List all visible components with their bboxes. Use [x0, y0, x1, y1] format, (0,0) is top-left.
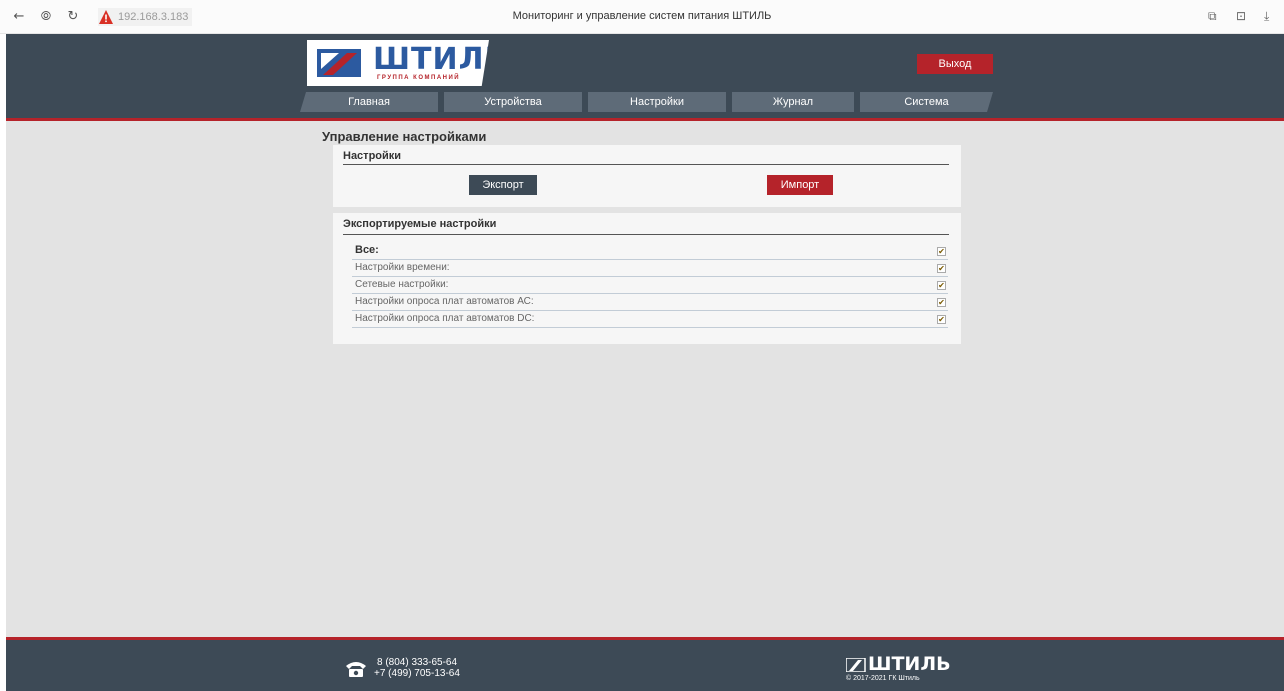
footer-logo-mark-icon — [846, 658, 866, 672]
menu-item-system[interactable]: Система — [860, 92, 993, 112]
option-label: Настройки опроса плат автоматов DC: — [355, 313, 535, 324]
logo-subtitle: ГРУППА КОМПАНИЙ — [377, 75, 461, 81]
export-panel-title: Экспортируемые настройки — [343, 218, 497, 230]
bookmark-icon[interactable]: ⧉ — [1208, 9, 1217, 24]
menu-item-devices[interactable]: Устройства — [444, 92, 582, 112]
option-label: Все: — [355, 244, 379, 256]
option-checkbox-dc-boards[interactable]: ✔ — [937, 315, 946, 324]
option-label: Настройки опроса плат автоматов АС: — [355, 296, 534, 307]
window-title: Мониторинг и управление систем питания Ш… — [512, 10, 772, 22]
export-button[interactable]: Экспорт — [469, 175, 537, 195]
footer-logo-text: ШТИЛЬ — [868, 653, 951, 675]
phone-number-1: 8 (804) 333-65-64 — [377, 657, 458, 668]
company-logo[interactable]: ШТИЛЬ ГРУППА КОМПАНИЙ — [307, 40, 489, 86]
option-row-all: Все: ✔ — [352, 243, 948, 260]
option-row-ac-boards: Настройки опроса плат автоматов АС: ✔ — [352, 294, 948, 311]
option-checkbox-network[interactable]: ✔ — [937, 281, 946, 290]
option-label: Сетевые настройки: — [355, 279, 449, 290]
site-footer — [6, 640, 1284, 691]
export-panel-rule — [343, 234, 949, 235]
option-checkbox-time[interactable]: ✔ — [937, 264, 946, 273]
settings-panel: Настройки — [333, 145, 961, 207]
settings-panel-title: Настройки — [343, 150, 402, 162]
menu-item-journal[interactable]: Журнал — [732, 92, 854, 112]
phone-icon — [346, 662, 366, 677]
extension-icon[interactable]: ⊡ — [1236, 9, 1246, 23]
download-icon[interactable]: ⤓ — [1264, 9, 1269, 24]
option-row-time: Настройки времени: ✔ — [352, 260, 948, 277]
settings-panel-rule — [343, 164, 949, 165]
phone-number-2: +7 (499) 705-13-64 — [374, 668, 460, 679]
option-row-network: Сетевые настройки: ✔ — [352, 277, 948, 294]
option-checkbox-all[interactable]: ✔ — [937, 247, 946, 256]
footer-copyright: © 2017-2021 ГК Штиль — [846, 675, 920, 682]
logo-mark-icon — [317, 49, 361, 77]
option-checkbox-ac-boards[interactable]: ✔ — [937, 298, 946, 307]
logout-button[interactable]: Выход — [917, 54, 993, 74]
option-label: Настройки времени: — [355, 262, 450, 273]
import-button[interactable]: Импорт — [767, 175, 833, 195]
menu-item-home[interactable]: Главная — [300, 92, 438, 112]
page-title: Управление настройками — [322, 129, 487, 144]
option-row-dc-boards: Настройки опроса плат автоматов DC: ✔ — [352, 311, 948, 328]
menu-item-settings[interactable]: Настройки — [588, 92, 726, 112]
